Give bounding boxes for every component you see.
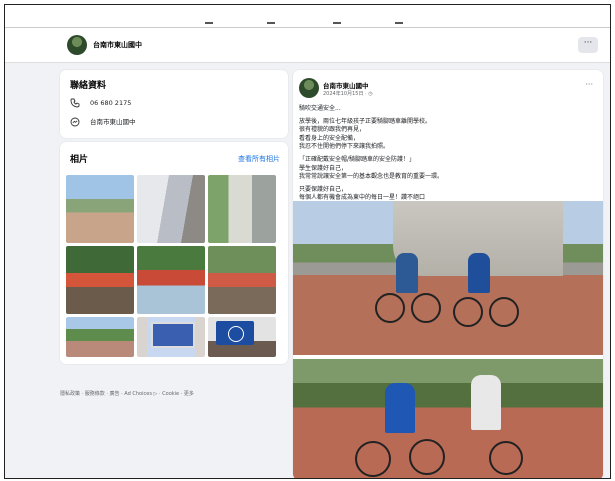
student-figure <box>396 253 418 293</box>
photo-thumbnail[interactable] <box>137 175 205 243</box>
photo-thumbnail[interactable] <box>208 317 276 357</box>
post-author-avatar[interactable] <box>299 78 319 98</box>
footer-links[interactable]: 隱私政策 · 服務條款 · 廣告 · Ad Choices ▷ · Cookie… <box>60 390 194 397</box>
post-text: 騎吹交通安全... 放學後，兩位七年級孩子正要騎腳踏車離開學校。 很有禮貌的跟我們再… <box>299 105 589 203</box>
toolbar-mark <box>333 22 341 24</box>
contact-title: 聯絡資料 <box>70 81 107 91</box>
toolbar-mark <box>267 22 275 24</box>
post-more-button[interactable]: ··· <box>585 80 593 89</box>
post-author[interactable]: 台南市東山國中 <box>323 80 369 90</box>
post-date[interactable]: 2024年10月15日 · ◷ <box>323 90 373 97</box>
bike-wheel <box>355 441 391 477</box>
bike-wheel <box>489 441 523 475</box>
post-text-line: 放學後，兩位七年級孩子正要騎腳踏車離開學校。 <box>299 117 432 125</box>
phone-icon <box>70 98 80 108</box>
browser-window: 台南市東山國中 ··· 聯絡資料 06 680 2175 台南市東山國中 相片 … <box>4 4 611 479</box>
student-figure <box>385 383 415 433</box>
toolbar-mark <box>395 22 403 24</box>
post-photo[interactable] <box>293 201 603 355</box>
photo-thumbnail[interactable] <box>137 317 205 357</box>
photos-title: 相片 <box>70 155 89 165</box>
photo-grid <box>66 175 276 357</box>
phone-number: 06 680 2175 <box>90 99 132 107</box>
post-text-line: 「正確配戴安全帽/騎腳踏車的安全防護！」 <box>299 155 416 163</box>
more-options-button[interactable]: ··· <box>578 37 598 53</box>
page-header-bar: 台南市東山國中 ··· <box>5 28 610 63</box>
page-avatar[interactable] <box>67 35 87 55</box>
see-all-photos-link[interactable]: 查看所有相片 <box>238 154 280 164</box>
browser-toolbar <box>5 5 610 28</box>
post-text-line: 很有禮貌的跟我們再見， <box>299 126 366 134</box>
photo-thumbnail[interactable] <box>208 175 276 243</box>
post-text-line: 學生保護好自己， <box>299 164 348 172</box>
messenger-row[interactable]: 台南市東山國中 <box>70 116 136 127</box>
phone-row[interactable]: 06 680 2175 <box>70 98 131 108</box>
post-text-line: 我常常說讓安全第一的基本觀念也是教育的重要一環。 <box>299 173 444 181</box>
logo-circle <box>228 326 244 342</box>
post-card: 台南市東山國中 2024年10月15日 · ◷ ··· 騎吹交通安全... 放學後… <box>293 70 603 478</box>
student-figure <box>468 253 490 293</box>
bike-wheel <box>409 439 445 475</box>
student-figure <box>471 375 501 430</box>
page-name[interactable]: 台南市東山國中 <box>93 40 142 50</box>
messenger-name: 台南市東山國中 <box>90 118 136 126</box>
slide-screen <box>151 322 195 348</box>
bike-wheel <box>411 293 441 323</box>
toolbar-mark <box>205 22 213 24</box>
facebook-page: 台南市東山國中 ··· 聯絡資料 06 680 2175 台南市東山國中 相片 … <box>5 28 610 478</box>
photo-thumbnail[interactable] <box>137 246 205 314</box>
photos-card: 相片 查看所有相片 <box>60 142 288 364</box>
photo-thumbnail[interactable] <box>66 175 134 243</box>
slide-screen <box>216 321 254 345</box>
post-photo[interactable] <box>293 359 603 478</box>
post-text-line: 我忍不住開他們停下來讓我拍照。 <box>299 143 390 151</box>
photo-thumbnail[interactable] <box>66 246 134 314</box>
contact-card: 聯絡資料 06 680 2175 台南市東山國中 <box>60 70 288 138</box>
photo-thumbnail[interactable] <box>66 317 134 357</box>
bike-wheel <box>375 293 405 323</box>
photo-thumbnail[interactable] <box>208 246 276 314</box>
bike-wheel <box>489 297 519 327</box>
post-text-line: 騎吹交通安全... <box>299 105 341 112</box>
bike-wheel <box>453 297 483 327</box>
messenger-icon <box>70 117 80 127</box>
